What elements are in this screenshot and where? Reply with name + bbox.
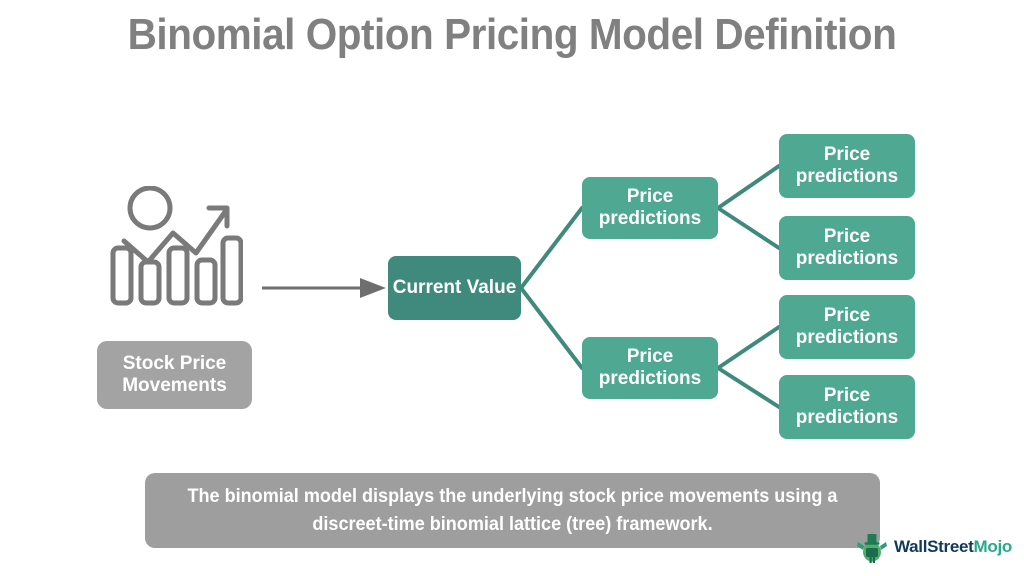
node-label: Price predictions [598,345,702,389]
logo-text-mojo: Mojo [973,537,1013,556]
caption-box: The binomial model displays the underlyi… [145,473,880,548]
node-label: Price predictions [795,304,899,348]
node-price-predictions-l1-1[interactable]: Price predictions [582,337,718,399]
node-label: Price predictions [795,143,899,187]
node-label: Price predictions [795,225,899,269]
wallstreetmojo-logo-text: WallStreetMojo [894,537,1012,557]
wallstreetmojo-mascot-icon [857,534,888,563]
wallstreetmojo-logo[interactable]: WallStreetMojo [855,530,1012,564]
node-label: Price predictions [795,384,899,428]
node-label: Price predictions [598,185,702,229]
logo-text-wallstreet: WallStreet [894,537,974,556]
node-current-value-label: Current Value [392,276,517,298]
node-current-value[interactable]: Current Value [388,256,521,320]
stock-price-chart-icon [110,186,243,306]
node-price-predictions-l2-3[interactable]: Price predictions [779,375,915,439]
right-arrow-icon [262,278,386,298]
node-price-predictions-l1-0[interactable]: Price predictions [582,177,718,239]
stock-price-movements-label: Stock Price Movements [97,341,252,409]
node-price-predictions-l2-1[interactable]: Price predictions [779,216,915,280]
stock-price-movements-text: Stock Price Movements [122,352,227,396]
caption-text: The binomial model displays the underlyi… [187,485,838,535]
node-price-predictions-l2-2[interactable]: Price predictions [779,295,915,359]
node-price-predictions-l2-0[interactable]: Price predictions [779,134,915,198]
